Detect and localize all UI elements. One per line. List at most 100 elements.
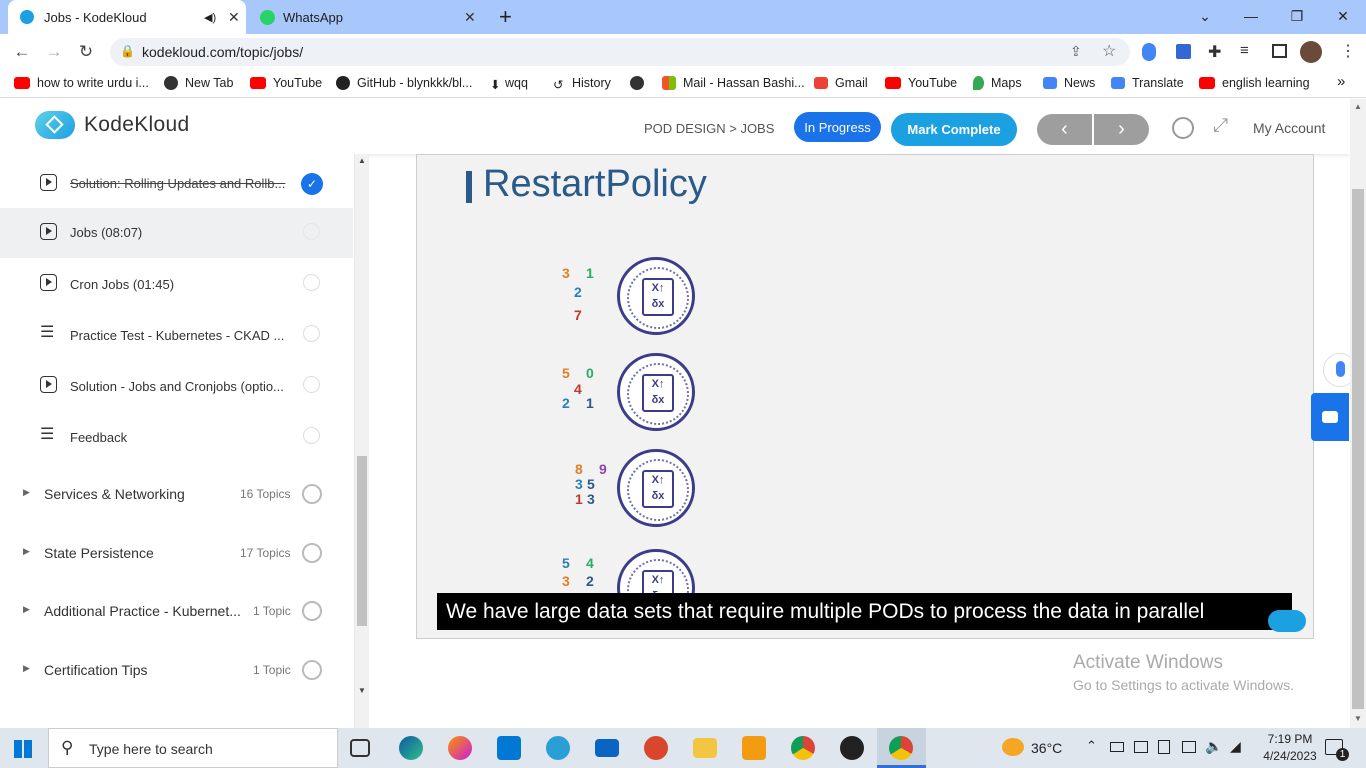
reading-list-icon[interactable]: ≡ bbox=[1240, 42, 1249, 59]
tab-title: Jobs - KodeKloud bbox=[44, 9, 147, 25]
more-bookmarks-icon[interactable]: » bbox=[1337, 73, 1345, 90]
dark-mode-toggle-icon[interactable] bbox=[1172, 117, 1194, 139]
microsoft-store-icon[interactable] bbox=[497, 736, 521, 760]
scroll-up-arrow-icon[interactable]: ▲ bbox=[358, 156, 366, 165]
incomplete-circle-icon[interactable] bbox=[303, 223, 320, 240]
incomplete-circle-icon[interactable] bbox=[303, 274, 320, 291]
omnibox[interactable]: 🔒 kodekloud.com/topic/jobs/ ⇪ ☆ bbox=[110, 38, 1130, 66]
bookmark-item[interactable]: Mail - Hassan Bashi... bbox=[662, 76, 805, 90]
wifi-icon[interactable]: ◢ bbox=[1230, 738, 1241, 755]
close-tab-icon[interactable]: ✕ bbox=[464, 9, 476, 26]
profile-avatar[interactable] bbox=[1300, 41, 1322, 63]
bookmark-item[interactable] bbox=[630, 76, 651, 90]
scrollbar-thumb[interactable] bbox=[1352, 189, 1364, 709]
next-lesson-button[interactable]: › bbox=[1094, 114, 1149, 145]
status-badge[interactable]: In Progress bbox=[794, 112, 881, 142]
task-view-icon[interactable] bbox=[350, 739, 370, 757]
kodekloud-logo[interactable]: KodeKloud bbox=[35, 111, 189, 139]
new-tab-button[interactable]: + bbox=[499, 4, 512, 30]
side-panel-icon[interactable] bbox=[1272, 44, 1287, 58]
bookmark-star-icon[interactable]: ☆ bbox=[1102, 41, 1116, 61]
previous-lesson-button[interactable]: ‹ bbox=[1037, 114, 1092, 145]
firefox-icon[interactable] bbox=[448, 736, 472, 760]
bookmark-item[interactable]: english learning bbox=[1199, 76, 1310, 90]
app-icon[interactable] bbox=[742, 736, 766, 760]
voice-extension-icon[interactable] bbox=[1142, 43, 1156, 61]
sidebar-scrollbar[interactable]: ▲ ▼ bbox=[355, 154, 369, 728]
weather-icon[interactable] bbox=[1002, 738, 1024, 756]
tab-kodekloud[interactable]: Jobs - KodeKloud ◀) ✕ bbox=[8, 0, 246, 34]
telegram-icon[interactable] bbox=[546, 736, 570, 760]
windows-start-icon[interactable] bbox=[14, 740, 32, 758]
page-scrollbar[interactable]: ▲ ▼ bbox=[1350, 99, 1366, 728]
url-text[interactable]: kodekloud.com/topic/jobs/ bbox=[142, 44, 303, 60]
network-device-icon[interactable] bbox=[1134, 741, 1148, 753]
bookmark-item[interactable]: ↺ History bbox=[553, 76, 611, 92]
incomplete-circle-icon[interactable] bbox=[303, 427, 320, 444]
scroll-down-arrow-icon[interactable]: ▼ bbox=[358, 686, 366, 695]
list-item[interactable]: ☰ Practice Test - Kubernetes - CKAD ... bbox=[0, 310, 353, 360]
chat-widget-button[interactable] bbox=[1311, 393, 1349, 441]
clock-time[interactable]: 7:19 PM bbox=[1262, 732, 1318, 746]
volume-icon[interactable]: 🔈 bbox=[1205, 738, 1222, 755]
mail-icon[interactable] bbox=[595, 739, 619, 757]
edge-icon[interactable] bbox=[399, 736, 423, 760]
list-item[interactable]: Solution: Rolling Updates and Rollb... ✓ bbox=[0, 157, 353, 207]
device-icon[interactable] bbox=[1158, 740, 1170, 754]
bookmark-item[interactable]: New Tab bbox=[164, 76, 233, 90]
bookmark-item[interactable]: YouTube bbox=[250, 76, 322, 90]
section-certification-tips[interactable]: ▶ Certification Tips 1 Topic bbox=[0, 645, 353, 695]
bookmark-item[interactable]: how to write urdu i... bbox=[14, 76, 149, 90]
my-account-link[interactable]: My Account bbox=[1253, 120, 1325, 136]
chrome-active-task[interactable] bbox=[877, 728, 926, 768]
menu-kebab-icon[interactable]: ⋮ bbox=[1340, 41, 1356, 61]
clock-date[interactable]: 4/24/2023 bbox=[1258, 749, 1322, 763]
display-icon[interactable] bbox=[1182, 741, 1196, 753]
video-player[interactable]: RestartPolicy 3 1 2 7 X↑ δx 5 0 4 2 1 X↑ δ… bbox=[416, 154, 1314, 639]
tab-search-chevron-icon[interactable]: ⌄ bbox=[1193, 4, 1217, 28]
scrollbar-thumb[interactable] bbox=[357, 456, 367, 626]
incomplete-circle-icon[interactable] bbox=[303, 376, 320, 393]
scroll-down-arrow-icon[interactable]: ▼ bbox=[1354, 714, 1362, 723]
section-services-networking[interactable]: ▶ Services & Networking 16 Topics bbox=[0, 469, 353, 519]
bookmark-item[interactable]: Maps bbox=[973, 76, 1022, 90]
scroll-up-arrow-icon[interactable]: ▲ bbox=[1354, 102, 1362, 111]
bookmark-item[interactable]: GitHub - blynkkk/bl... bbox=[336, 76, 472, 90]
tray-chevron-icon[interactable]: ⌃ bbox=[1086, 738, 1097, 754]
battery-icon[interactable] bbox=[1110, 742, 1124, 752]
bookmark-item[interactable]: ⬇ wqq bbox=[490, 76, 528, 92]
forward-icon[interactable]: → bbox=[43, 41, 65, 63]
obs-icon[interactable] bbox=[840, 736, 864, 760]
taskbar-search-box[interactable]: ⚲ Type here to search bbox=[48, 728, 338, 768]
section-state-persistence[interactable]: ▶ State Persistence 17 Topics bbox=[0, 528, 353, 578]
list-item[interactable]: Cron Jobs (01:45) bbox=[0, 259, 353, 309]
mark-complete-button[interactable]: Mark Complete bbox=[891, 113, 1017, 146]
list-item[interactable]: Jobs (08:07) bbox=[0, 208, 353, 258]
audio-playing-icon[interactable]: ◀) bbox=[204, 11, 216, 24]
bookmark-item[interactable]: Translate bbox=[1111, 76, 1184, 90]
share-icon[interactable]: ⇪ bbox=[1070, 43, 1082, 60]
file-explorer-icon[interactable] bbox=[693, 738, 717, 758]
download-extension-icon[interactable] bbox=[1176, 44, 1191, 59]
bookmark-item[interactable]: Gmail bbox=[814, 76, 868, 90]
restore-icon[interactable]: ❐ bbox=[1285, 4, 1309, 28]
completed-check-icon[interactable]: ✓ bbox=[301, 173, 323, 195]
chrome-icon[interactable] bbox=[791, 736, 815, 760]
bookmark-item[interactable]: News bbox=[1043, 76, 1095, 90]
incomplete-circle-icon[interactable] bbox=[303, 325, 320, 342]
section-additional-practice[interactable]: ▶ Additional Practice - Kubernet... 1 To… bbox=[0, 586, 353, 636]
back-icon[interactable]: ← bbox=[11, 41, 33, 63]
close-tab-icon[interactable]: ✕ bbox=[228, 9, 240, 26]
bookmark-item[interactable]: YouTube bbox=[885, 76, 957, 90]
fullscreen-icon[interactable]: ⤢ bbox=[1213, 115, 1228, 137]
close-window-icon[interactable]: ✕ bbox=[1331, 4, 1355, 28]
temperature[interactable]: 36°C bbox=[1031, 740, 1062, 756]
list-item[interactable]: Solution - Jobs and Cronjobs (optio... bbox=[0, 361, 353, 411]
minimize-icon[interactable]: — bbox=[1239, 4, 1263, 28]
lock-icon[interactable]: 🔒 bbox=[120, 44, 135, 58]
tab-whatsapp[interactable]: WhatsApp ✕ bbox=[250, 0, 486, 34]
list-item[interactable]: ☰ Feedback bbox=[0, 412, 353, 462]
app-icon[interactable] bbox=[644, 736, 668, 760]
extensions-puzzle-icon[interactable]: ✚ bbox=[1208, 42, 1221, 62]
reload-icon[interactable]: ↻ bbox=[75, 41, 97, 63]
